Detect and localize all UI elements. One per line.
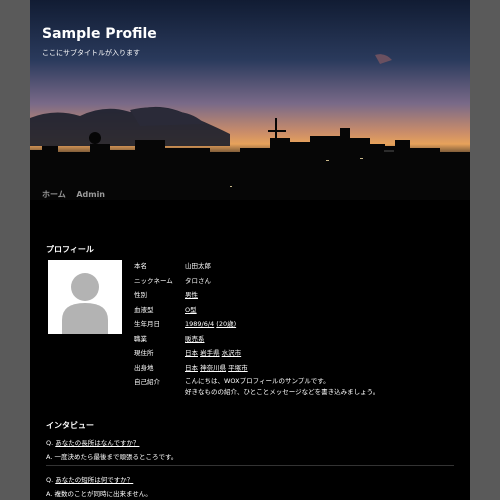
profile-label: 血液型: [134, 305, 154, 314]
profile-heading: プロフィール: [46, 245, 94, 254]
answer-text: 複数のことが同時に出来ません。: [54, 490, 152, 498]
hometown-city-link[interactable]: 平塚市: [228, 364, 248, 372]
answer-text: 一度決めたら最後まで頑張るところです。: [54, 453, 178, 461]
profile-value: 日本 岩手県 水沢市: [185, 347, 241, 357]
avatar: [48, 260, 122, 334]
interview-answer: A. 複数のことが同時に出来ません。: [46, 488, 152, 498]
hometown-country-link[interactable]: 日本: [185, 364, 198, 372]
interview-question: Q. あなたの長所はなんですか？: [46, 437, 139, 447]
nav-link-home[interactable]: ホーム: [42, 190, 66, 199]
profile-label: 性別: [134, 291, 147, 299]
profile-value: 山田太郎: [185, 262, 211, 270]
profile-label: 現住所: [134, 349, 154, 357]
profile-label: 自己紹介: [134, 378, 160, 386]
question-prefix: Q.: [46, 476, 54, 484]
self-intro-line: こんにちは、WOXプロフィールのサンプルです。: [185, 377, 330, 385]
person-placeholder-icon: [62, 273, 108, 334]
profile-label: 出身地: [134, 363, 154, 372]
profile-label: 生年月日: [134, 320, 160, 328]
question-link[interactable]: あなたの短所は何ですか？: [55, 476, 133, 484]
age-link[interactable]: (20歳): [216, 320, 236, 328]
interview-question: Q. あなたの短所は何ですか？: [46, 474, 133, 484]
profile-label: 本名: [134, 262, 147, 270]
answer-prefix: A.: [46, 453, 53, 461]
blood-type-link[interactable]: O型: [185, 304, 197, 314]
interview-answer: A. 一度決めたら最後まで頑張るところです。: [46, 451, 177, 461]
profile-label: 職業: [134, 334, 147, 343]
birthday-link[interactable]: 1989/6/4: [185, 320, 214, 328]
occupation-link[interactable]: 販売系: [185, 333, 205, 343]
interview-heading: インタビュー: [46, 421, 94, 430]
page-container: Sample Profile ここにサブタイトルが入ります ホーム Admin …: [30, 0, 470, 500]
address-city-link[interactable]: 水沢市: [222, 349, 242, 357]
question-link[interactable]: あなたの長所はなんですか？: [55, 439, 139, 447]
address-country-link[interactable]: 日本: [185, 349, 198, 357]
profile-label: ニックネーム: [134, 276, 173, 285]
profile-value: タロさん: [185, 276, 211, 285]
site-title[interactable]: Sample Profile: [42, 26, 157, 42]
profile-value: 1989/6/4 (20歳): [185, 318, 236, 328]
nav-link-admin[interactable]: Admin: [76, 190, 105, 199]
main-nav: ホーム Admin: [42, 189, 113, 200]
gender-link[interactable]: 男性: [185, 289, 198, 299]
self-intro-line: 好きなものの紹介、ひとことメッセージなどを書き込みましょう。: [185, 388, 380, 396]
address-prefecture-link[interactable]: 岩手県: [200, 349, 220, 357]
header-banner: Sample Profile ここにサブタイトルが入ります ホーム Admin: [30, 0, 470, 200]
answer-prefix: A.: [46, 490, 53, 498]
profile-value: 日本 神奈川県 平塚市: [185, 362, 248, 372]
self-intro-text: こんにちは、WOXプロフィールのサンプルです。 好きなものの紹介、ひとことメッセ…: [185, 376, 379, 398]
hometown-prefecture-link[interactable]: 神奈川県: [200, 364, 226, 372]
question-prefix: Q.: [46, 439, 54, 447]
site-subtitle: ここにサブタイトルが入ります: [42, 49, 140, 57]
divider: [46, 465, 454, 466]
